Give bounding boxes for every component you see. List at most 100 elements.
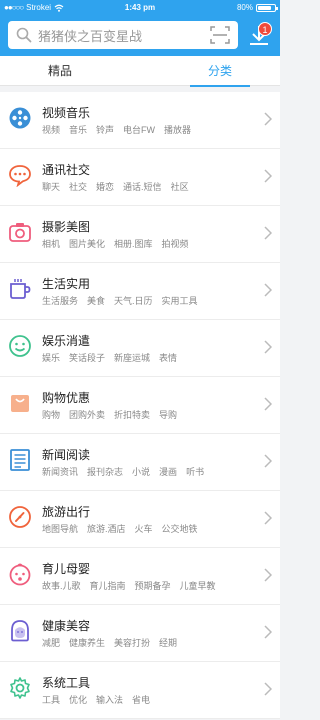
category-tags: 地图导航 旅游.酒店 火车 公交地铁 bbox=[42, 522, 207, 535]
category-title: 视频音乐 bbox=[42, 106, 91, 120]
category-tag[interactable]: 婚恋 bbox=[96, 182, 114, 192]
chevron-right-icon bbox=[264, 169, 272, 183]
category-tag[interactable]: 娱乐 bbox=[42, 353, 60, 363]
newspaper-icon bbox=[10, 449, 30, 471]
search-placeholder[interactable]: 猪猪侠之百变星战 bbox=[38, 26, 210, 45]
chevron-right-icon bbox=[264, 625, 272, 639]
chevron-right-icon bbox=[264, 112, 272, 126]
category-title: 摄影美图 bbox=[42, 220, 91, 234]
category-tag[interactable]: 减肥 bbox=[42, 638, 60, 648]
scan-qr-icon[interactable] bbox=[210, 26, 230, 44]
category-tag[interactable]: 美容打扮 bbox=[114, 638, 150, 648]
category-row[interactable]: 新闻阅读 新闻资讯 报刊杂志 小说 漫画 听书 bbox=[0, 434, 280, 491]
category-tag[interactable]: 视频 bbox=[42, 125, 60, 135]
category-tag[interactable]: 社区 bbox=[171, 182, 189, 192]
category-tag[interactable]: 儿童早教 bbox=[180, 581, 216, 591]
category-tags: 生活服务 美食 天气.日历 实用工具 bbox=[42, 294, 207, 307]
category-tag[interactable]: 听书 bbox=[186, 467, 204, 477]
battery-icon bbox=[256, 3, 278, 12]
category-title: 旅游出行 bbox=[42, 505, 91, 519]
category-tag[interactable]: 漫画 bbox=[159, 467, 177, 477]
category-row[interactable]: 生活实用 生活服务 美食 天气.日历 实用工具 bbox=[0, 263, 280, 320]
category-row[interactable]: 摄影美图相机 图片美化 相册.图库 拍视频 bbox=[0, 206, 280, 263]
category-tag[interactable]: 优化 bbox=[69, 695, 87, 705]
category-tag[interactable]: 育儿指南 bbox=[90, 581, 126, 591]
category-tag[interactable]: 报刊杂志 bbox=[87, 467, 123, 477]
category-tag[interactable]: 小说 bbox=[132, 467, 150, 477]
category-tag[interactable]: 音乐 bbox=[69, 125, 87, 135]
category-row[interactable]: 通讯社交 聊天 社交 婚恋 通话.短信 社区 bbox=[0, 149, 280, 206]
category-tag[interactable]: 播放器 bbox=[164, 125, 191, 135]
camera-icon bbox=[9, 223, 31, 242]
category-tag[interactable]: 实用工具 bbox=[162, 296, 198, 306]
category-tag[interactable]: 旅游.酒店 bbox=[87, 524, 126, 534]
category-tag[interactable]: 笑话段子 bbox=[69, 353, 105, 363]
category-tag[interactable]: 地图导航 bbox=[42, 524, 78, 534]
baby-face-icon bbox=[9, 563, 31, 586]
category-tag[interactable]: 铃声 bbox=[96, 125, 114, 135]
search-bar[interactable]: 猪猪侠之百变星战 bbox=[8, 21, 238, 49]
category-tag[interactable]: 新闻资讯 bbox=[42, 467, 78, 477]
top-bar: ●●○○○ Strokei 1:43 pm 80% 猪猪侠之百变星战 1 bbox=[0, 0, 280, 56]
category-tags: 新闻资讯 报刊杂志 小说 漫画 听书 bbox=[42, 465, 213, 478]
tab-categories[interactable]: 分类 bbox=[160, 56, 280, 87]
category-tag[interactable]: 新座运城 bbox=[114, 353, 150, 363]
smiley-icon bbox=[9, 335, 31, 357]
category-tag[interactable]: 聊天 bbox=[42, 182, 60, 192]
category-tag[interactable]: 通话.短信 bbox=[123, 182, 162, 192]
status-bar: ●●○○○ Strokei 1:43 pm 80% bbox=[0, 0, 280, 16]
category-tag[interactable]: 团购外卖 bbox=[69, 410, 105, 420]
category-tag[interactable]: 电台FW bbox=[123, 125, 155, 135]
tab-bar: 精品 分类 bbox=[0, 56, 280, 87]
search-icon bbox=[16, 27, 32, 43]
category-tag[interactable]: 故事.儿歌 bbox=[42, 581, 81, 591]
category-tag[interactable]: 美食 bbox=[87, 296, 105, 306]
category-tag[interactable]: 图片美化 bbox=[69, 239, 105, 249]
chevron-right-icon bbox=[264, 226, 272, 240]
category-tag[interactable]: 预期备孕 bbox=[135, 581, 171, 591]
category-title: 娱乐消遣 bbox=[42, 334, 91, 348]
category-row[interactable]: 购物优惠购物 团购外卖 折扣特卖 导购 bbox=[0, 377, 280, 434]
category-tags: 聊天 社交 婚恋 通话.短信 社区 bbox=[42, 180, 198, 193]
tab-featured[interactable]: 精品 bbox=[0, 56, 120, 86]
category-title: 购物优惠 bbox=[42, 391, 91, 405]
compass-gauge-icon bbox=[9, 506, 31, 528]
category-tags: 相机 图片美化 相册.图库 拍视频 bbox=[42, 237, 198, 250]
category-tag[interactable]: 购物 bbox=[42, 410, 60, 420]
category-tag[interactable]: 折扣特卖 bbox=[114, 410, 150, 420]
category-row[interactable]: 系统工具 工具 优化 输入法 省电 bbox=[0, 662, 280, 719]
category-tag[interactable]: 生活服务 bbox=[42, 296, 78, 306]
category-tags: 减肥 健康养生 美容打扮 经期 bbox=[42, 636, 186, 649]
chevron-right-icon bbox=[264, 397, 272, 411]
category-row[interactable]: 育儿母婴 故事.儿歌 育儿指南 预期备孕 儿童早教 bbox=[0, 548, 280, 605]
category-row[interactable]: 娱乐消遣娱乐 笑话段子 新座运城 表情 bbox=[0, 320, 280, 377]
chat-bubble-icon bbox=[9, 165, 31, 187]
category-row[interactable]: 旅游出行地图导航 旅游.酒店 火车 公交地铁 bbox=[0, 491, 280, 548]
tab-active-indicator bbox=[190, 85, 250, 87]
category-tag[interactable]: 火车 bbox=[135, 524, 153, 534]
category-tag[interactable]: 输入法 bbox=[96, 695, 123, 705]
category-tag[interactable]: 社交 bbox=[69, 182, 87, 192]
category-tag[interactable]: 拍视频 bbox=[162, 239, 189, 249]
category-row[interactable]: 健康美容 减肥 健康养生 美容打扮 经期 bbox=[0, 605, 280, 662]
category-tag[interactable]: 工具 bbox=[42, 695, 60, 705]
download-badge: 1 bbox=[258, 22, 272, 36]
category-tag[interactable]: 相册.图库 bbox=[114, 239, 153, 249]
film-reel-icon bbox=[9, 107, 31, 129]
category-tag[interactable]: 经期 bbox=[159, 638, 177, 648]
category-tag[interactable]: 导购 bbox=[159, 410, 177, 420]
tab-categories-label: 分类 bbox=[207, 64, 232, 78]
category-tag[interactable]: 相机 bbox=[42, 239, 60, 249]
category-tag[interactable]: 省电 bbox=[132, 695, 150, 705]
category-tag[interactable]: 健康养生 bbox=[69, 638, 105, 648]
mug-icon bbox=[10, 279, 31, 299]
chevron-right-icon bbox=[264, 283, 272, 297]
category-tag[interactable]: 天气.日历 bbox=[114, 296, 153, 306]
category-tags: 购物 团购外卖 折扣特卖 导购 bbox=[42, 408, 186, 421]
category-tag[interactable]: 表情 bbox=[159, 353, 177, 363]
battery-percent: 80% bbox=[236, 3, 253, 12]
category-row[interactable]: 视频音乐 视频 音乐 铃声 电台FW 播放器 bbox=[0, 92, 280, 149]
category-tags: 工具 优化 输入法 省电 bbox=[42, 693, 159, 706]
category-tag[interactable]: 公交地铁 bbox=[162, 524, 198, 534]
gear-icon bbox=[10, 677, 30, 699]
